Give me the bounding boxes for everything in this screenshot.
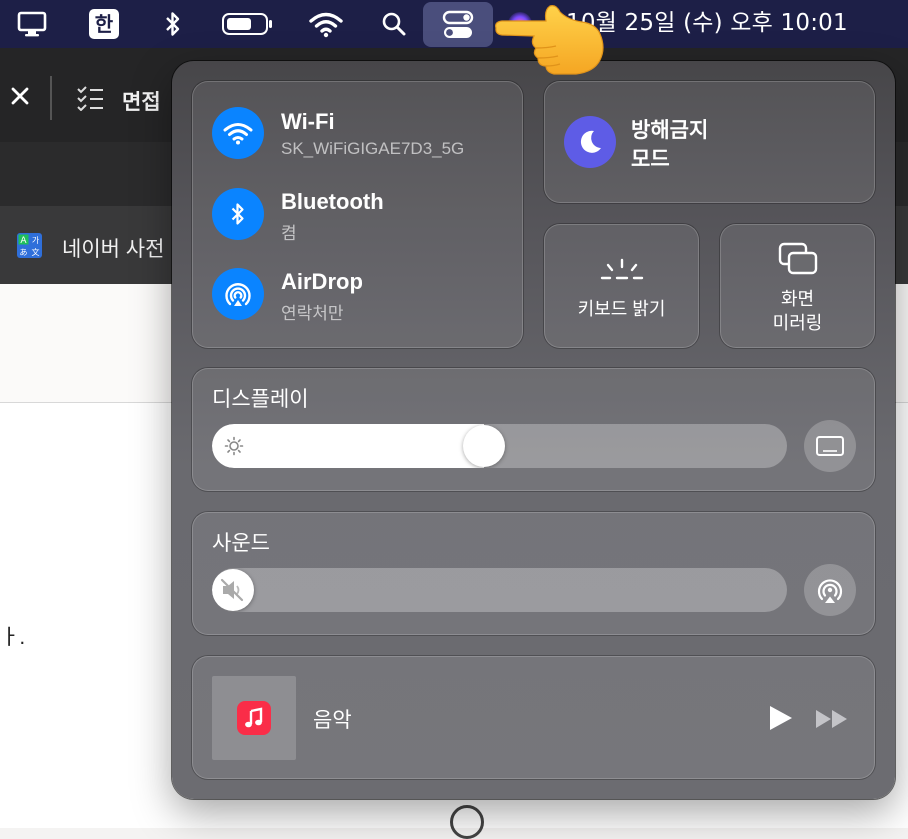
brightness-slider-fill <box>212 424 484 468</box>
display-settings-button[interactable] <box>804 420 856 472</box>
bluetooth-status: 켬 <box>281 224 297 243</box>
do-not-disturb-tile[interactable]: 방해금지 모드 <box>544 81 875 203</box>
do-not-disturb-line2: 모드 <box>631 148 670 171</box>
display-tile: 디스플레이 <box>192 368 875 491</box>
airplay-audio-icon <box>817 579 843 603</box>
screen-mirroring-tile[interactable]: 화면 미러링 <box>720 224 875 348</box>
home-indicator-icon <box>450 805 484 839</box>
brightness-slider-knob[interactable] <box>463 425 505 467</box>
now-playing-tile: 음악 <box>192 656 875 779</box>
svg-text:가: 가 <box>32 236 40 245</box>
naver-dictionary-icon: A가あ文 <box>17 233 42 258</box>
skip-forward-button[interactable] <box>814 708 850 735</box>
airdrop-title: AirDrop <box>281 269 363 294</box>
control-center-icon[interactable] <box>423 2 493 47</box>
pointing-hand-emoji <box>490 2 608 76</box>
svg-text:文: 文 <box>32 247 40 257</box>
wifi-icon[interactable] <box>212 107 264 159</box>
sun-icon <box>224 436 244 461</box>
airdrop-icon[interactable] <box>212 268 264 320</box>
svg-text:A: A <box>20 236 27 246</box>
menu-bar: 한 10월 25일 (수) 오후 10:01 <box>0 0 908 48</box>
control-center-panel: Wi-Fi SK_WiFiGIGAE7D3_5G Bluetooth 켬 Air… <box>172 61 895 799</box>
sound-title: 사운드 <box>212 532 270 555</box>
connectivity-tile: Wi-Fi SK_WiFiGIGAE7D3_5G Bluetooth 켬 Air… <box>192 81 523 348</box>
now-playing-title: 음악 <box>313 709 352 732</box>
screen-mirroring-line1: 화면 <box>780 289 815 309</box>
svg-text:あ: あ <box>20 248 28 257</box>
toolbar-divider <box>50 76 52 120</box>
bookmark-naver-dictionary[interactable]: 네이버 사전 <box>62 233 164 263</box>
menu-bar-clock[interactable]: 10월 25일 (수) 오후 10:01 <box>566 0 848 48</box>
play-button[interactable] <box>766 704 794 737</box>
keyboard-brightness-tile[interactable]: 키보드 밝기 <box>544 224 699 348</box>
close-icon[interactable] <box>10 86 30 111</box>
screen-mirroring-line2: 미러링 <box>772 313 823 333</box>
volume-slider[interactable] <box>212 568 787 612</box>
album-artwork[interactable] <box>212 676 296 760</box>
wifi-icon[interactable] <box>307 0 345 48</box>
bluetooth-title: Bluetooth <box>281 189 384 214</box>
do-not-disturb-line1: 방해금지 <box>631 119 709 142</box>
wifi-title: Wi-Fi <box>281 109 335 134</box>
music-app-icon <box>237 701 271 735</box>
input-method-label: 한 <box>89 9 119 39</box>
airdrop-status: 연락처만 <box>281 304 344 323</box>
airplay-audio-button[interactable] <box>804 564 856 616</box>
keyboard-brightness-label: 키보드 밝기 <box>577 299 666 319</box>
checklist-icon[interactable] <box>76 85 104 116</box>
bluetooth-icon[interactable] <box>212 188 264 240</box>
sound-tile: 사운드 <box>192 512 875 635</box>
volume-slider-knob[interactable] <box>212 569 254 611</box>
search-icon[interactable] <box>380 0 408 48</box>
wifi-network-name: SK_WiFiGIGAE7D3_5G <box>281 139 465 158</box>
play-icon <box>770 706 792 730</box>
display-title: 디스플레이 <box>212 388 309 411</box>
bluetooth-icon[interactable] <box>160 0 186 48</box>
screen-mirroring-icon <box>778 242 818 281</box>
fast-forward-icon <box>816 710 847 728</box>
brightness-slider[interactable] <box>212 424 787 468</box>
display-settings-icon <box>816 436 844 456</box>
keyboard-brightness-icon <box>600 258 644 287</box>
toolbar-label[interactable]: 면접 <box>122 86 161 116</box>
speaker-muted-icon <box>220 578 244 602</box>
moon-icon <box>564 116 616 168</box>
background-page-text: ㅏ. <box>0 626 26 649</box>
display-icon[interactable] <box>14 0 50 48</box>
input-method-icon[interactable]: 한 <box>88 0 120 48</box>
battery-icon[interactable] <box>220 0 274 48</box>
